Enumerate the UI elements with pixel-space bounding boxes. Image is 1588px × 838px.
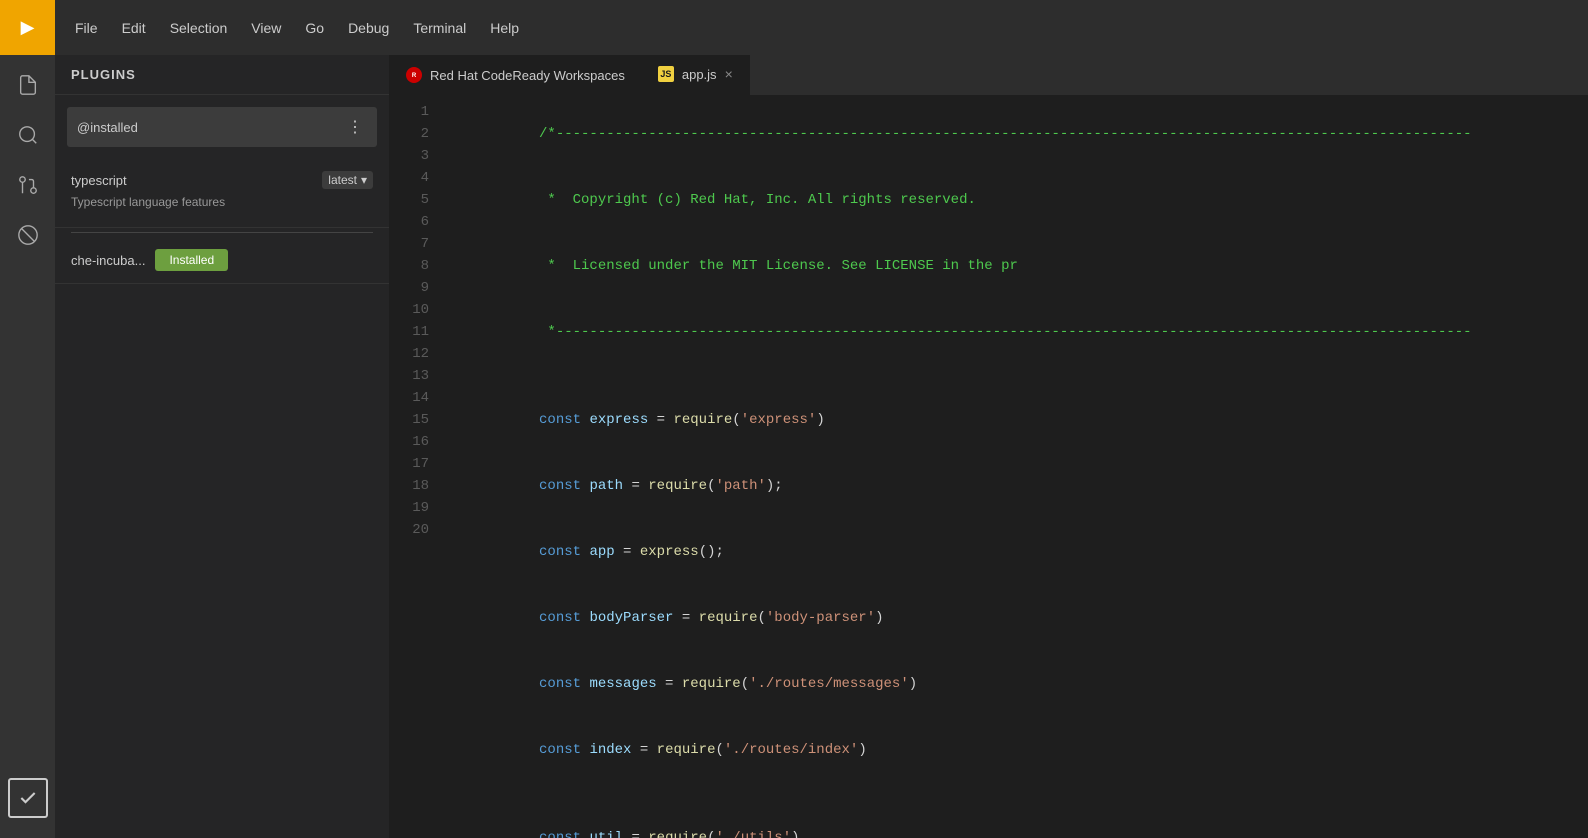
main-content: PLUGINS ⋮ typescript latest ▾ Typescript… xyxy=(0,55,1588,838)
typescript-plugin-item: typescript latest ▾ Typescript language … xyxy=(55,159,389,228)
editor-area: R Red Hat CodeReady Workspaces JS app.js… xyxy=(390,55,1588,838)
sidebar-divider xyxy=(71,232,373,233)
menubar: File Edit Selection View Go Debug Termin… xyxy=(0,0,1588,55)
code-line: * Licensed under the MIT License. See LI… xyxy=(445,233,1588,299)
menu-debug[interactable]: Debug xyxy=(338,14,399,42)
menu-go[interactable]: Go xyxy=(295,14,334,42)
redhat-icon: R xyxy=(406,67,422,83)
code-line: const index = require('./routes/index') xyxy=(445,717,1588,783)
menu-selection[interactable]: Selection xyxy=(160,14,238,42)
typescript-plugin-name: typescript xyxy=(71,173,127,188)
che-incuba-plugin-name: che-incuba... xyxy=(71,253,145,268)
plugins-search-bar[interactable]: ⋮ xyxy=(67,107,377,147)
code-line: * Copyright (c) Red Hat, Inc. All rights… xyxy=(445,167,1588,233)
activity-bar xyxy=(0,55,55,838)
tab-appjs-label: app.js xyxy=(682,67,717,82)
code-line: const path = require('path'); xyxy=(445,453,1588,519)
code-line: const bodyParser = require('body-parser'… xyxy=(445,585,1588,651)
code-line: const express = require('express') xyxy=(445,387,1588,453)
code-line: /*--------------------------------------… xyxy=(445,101,1588,167)
menu-terminal[interactable]: Terminal xyxy=(403,14,476,42)
search-icon[interactable] xyxy=(8,115,48,155)
sidebar-toggle-button[interactable] xyxy=(0,0,55,55)
che-incuba-plugin-item: che-incuba... Installed xyxy=(55,237,389,284)
code-editor[interactable]: 1 2 3 4 5 6 7 8 9 10 11 12 13 14 15 16 1… xyxy=(390,95,1588,838)
plugins-sidebar: PLUGINS ⋮ typescript latest ▾ Typescript… xyxy=(55,55,390,838)
code-line: *---------------------------------------… xyxy=(445,299,1588,365)
file-icon[interactable] xyxy=(8,65,48,105)
menu-help[interactable]: Help xyxy=(480,14,529,42)
typescript-plugin-desc: Typescript language features xyxy=(71,195,373,209)
code-line xyxy=(445,365,1588,387)
editor-tabs: R Red Hat CodeReady Workspaces JS app.js… xyxy=(390,55,1588,95)
menu-edit[interactable]: Edit xyxy=(112,14,156,42)
extensions-icon[interactable] xyxy=(8,215,48,255)
code-line: const util = require('./utils') xyxy=(445,805,1588,838)
typescript-version-select[interactable]: latest ▾ xyxy=(322,171,373,189)
git-icon[interactable] xyxy=(8,165,48,205)
plugin-row: typescript latest ▾ xyxy=(71,171,373,189)
tab-appjs[interactable]: JS app.js × xyxy=(642,55,750,95)
code-content[interactable]: /*--------------------------------------… xyxy=(445,95,1588,838)
code-line xyxy=(445,783,1588,805)
tab-close-button[interactable]: × xyxy=(725,66,733,82)
menu-file[interactable]: File xyxy=(65,14,108,42)
js-icon: JS xyxy=(658,66,674,82)
code-line: const messages = require('./routes/messa… xyxy=(445,651,1588,717)
tab-redhat-label: Red Hat CodeReady Workspaces xyxy=(430,68,625,83)
check-icon[interactable] xyxy=(8,778,48,818)
code-line: const app = express(); xyxy=(445,519,1588,585)
plugin-row2: che-incuba... Installed xyxy=(71,249,373,271)
sidebar-title: PLUGINS xyxy=(55,55,389,95)
menu-items: File Edit Selection View Go Debug Termin… xyxy=(55,14,529,42)
line-numbers: 1 2 3 4 5 6 7 8 9 10 11 12 13 14 15 16 1… xyxy=(390,95,445,838)
tab-redhat-codeready[interactable]: R Red Hat CodeReady Workspaces xyxy=(390,55,642,95)
plugins-search-input[interactable] xyxy=(77,120,335,135)
installed-button[interactable]: Installed xyxy=(155,249,228,271)
more-options-icon[interactable]: ⋮ xyxy=(343,113,367,141)
svg-text:R: R xyxy=(412,73,417,79)
menu-view[interactable]: View xyxy=(241,14,291,42)
